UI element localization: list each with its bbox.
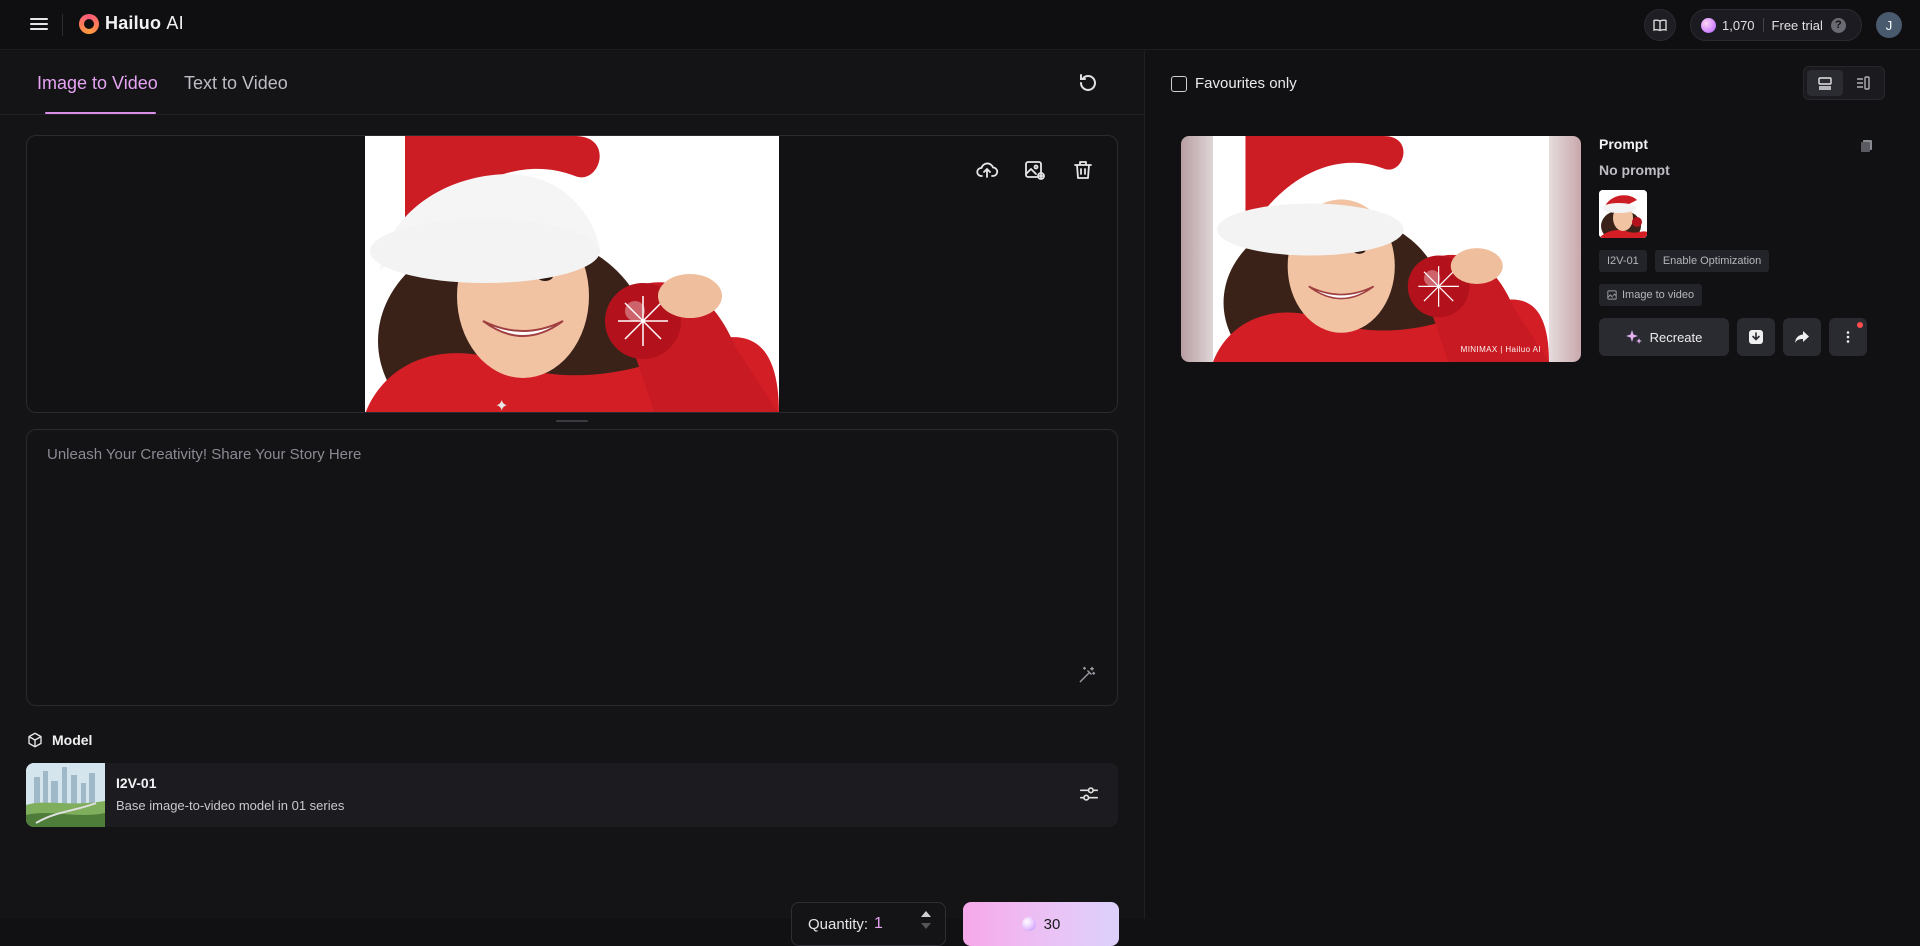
decrement-icon[interactable]	[921, 923, 931, 929]
favourites-filter[interactable]: Favourites only	[1171, 75, 1297, 92]
svg-text:✦: ✦	[495, 396, 508, 413]
prompt-input[interactable]	[47, 446, 1087, 666]
docs-button[interactable]	[1644, 9, 1676, 41]
video-result-card[interactable]: MINIMAX | Hailuo AI	[1181, 136, 1581, 362]
logo-icon	[79, 13, 99, 34]
quantity-value: 1	[874, 915, 883, 932]
uploaded-image: ✦	[365, 136, 779, 413]
download-button[interactable]	[1737, 318, 1775, 356]
plan-label: Free trial	[1771, 17, 1823, 33]
header-divider	[62, 14, 63, 36]
upload-icon[interactable]	[975, 158, 999, 182]
detail-view-button[interactable]	[1845, 70, 1881, 96]
view-toggle	[1803, 66, 1885, 100]
model-section-label: Model	[26, 731, 92, 749]
more-icon	[1846, 331, 1850, 343]
tab-text-to-video[interactable]: Text to Video	[184, 73, 288, 94]
tag-list: I2V-01 Enable Optimization	[1599, 250, 1889, 272]
stepper-arrows	[921, 911, 931, 929]
result-info: Prompt No prompt I2V-01 Enable Optimizat…	[1599, 136, 1889, 356]
magic-wand-icon[interactable]	[1077, 665, 1097, 685]
reset-icon[interactable]	[1076, 71, 1100, 95]
help-icon[interactable]: ?	[1830, 17, 1846, 33]
list-view-icon	[1818, 77, 1832, 90]
gem-icon	[1021, 917, 1036, 931]
sliders-icon[interactable]	[1078, 783, 1100, 805]
creation-panel: Image to Video Text to Video ✦ Unleash Y…	[0, 51, 1144, 946]
credits-pill[interactable]: 1,070 Free trial ?	[1690, 9, 1862, 41]
logo[interactable]: Hailuo AI	[79, 13, 184, 34]
gem-icon	[1701, 17, 1716, 33]
copy-icon[interactable]	[1859, 138, 1875, 154]
image-upload-area[interactable]: ✦	[26, 135, 1118, 413]
watermark: MINIMAX | Hailuo AI	[1460, 345, 1541, 354]
menu-icon[interactable]	[30, 15, 50, 35]
detail-view-icon	[1857, 76, 1870, 90]
avatar[interactable]: J	[1876, 12, 1902, 38]
model-selector[interactable]: I2V-01 Base image-to-video model in 01 s…	[26, 763, 1118, 827]
active-tab-indicator	[45, 112, 156, 114]
more-options-button[interactable]	[1829, 318, 1867, 356]
favourites-checkbox[interactable]	[1171, 75, 1187, 92]
tab-image-to-video[interactable]: Image to Video	[37, 73, 158, 94]
mode-tag: Image to video	[1599, 284, 1703, 306]
trash-icon[interactable]	[1071, 158, 1095, 182]
generate-button[interactable]: 30	[963, 902, 1119, 946]
model-tag: I2V-01	[1599, 250, 1647, 272]
model-name: I2V-01	[116, 775, 157, 791]
pill-divider	[1762, 18, 1764, 32]
prompt-text: No prompt	[1599, 162, 1670, 178]
sparkle-icon	[1625, 330, 1642, 344]
results-panel: Favourites only MINIMAX | Hailuo AI Prom…	[1145, 51, 1920, 919]
prompt-box	[26, 429, 1118, 706]
mode-tag-row: Image to video	[1599, 284, 1889, 306]
quantity-stepper[interactable]: Quantity: 1	[791, 902, 946, 946]
credits-count: 1,070	[1722, 17, 1755, 33]
list-view-button[interactable]	[1807, 70, 1843, 96]
top-bar: Hailuo AI 1,070 Free trial ? J	[0, 0, 1920, 50]
video-preview	[1213, 136, 1549, 362]
book-icon	[1653, 19, 1667, 32]
image-edit-icon[interactable]	[1023, 158, 1047, 182]
cube-icon	[28, 732, 42, 748]
image-actions	[975, 158, 1095, 182]
quantity-label: Quantity:	[808, 915, 869, 933]
increment-icon[interactable]	[921, 911, 931, 917]
mode-tabs: Image to Video Text to Video	[0, 51, 1144, 115]
favourites-label: Favourites only	[1195, 75, 1297, 92]
prompt-title: Prompt	[1599, 136, 1648, 152]
recreate-button[interactable]: Recreate	[1599, 318, 1729, 356]
share-icon	[1795, 331, 1809, 343]
share-button[interactable]	[1783, 318, 1821, 356]
resize-handle[interactable]	[556, 420, 588, 422]
model-description: Base image-to-video model in 01 series	[116, 798, 345, 813]
result-actions: Recreate	[1599, 318, 1889, 356]
reference-image-thumbnail[interactable]	[1599, 190, 1647, 238]
image-icon	[1607, 290, 1617, 300]
logo-text: Hailuo AI	[105, 13, 184, 33]
download-icon	[1749, 330, 1763, 344]
notification-dot	[1857, 322, 1863, 328]
model-thumbnail	[26, 763, 105, 827]
generate-cost: 30	[1043, 915, 1061, 933]
optimization-tag: Enable Optimization	[1654, 250, 1770, 272]
